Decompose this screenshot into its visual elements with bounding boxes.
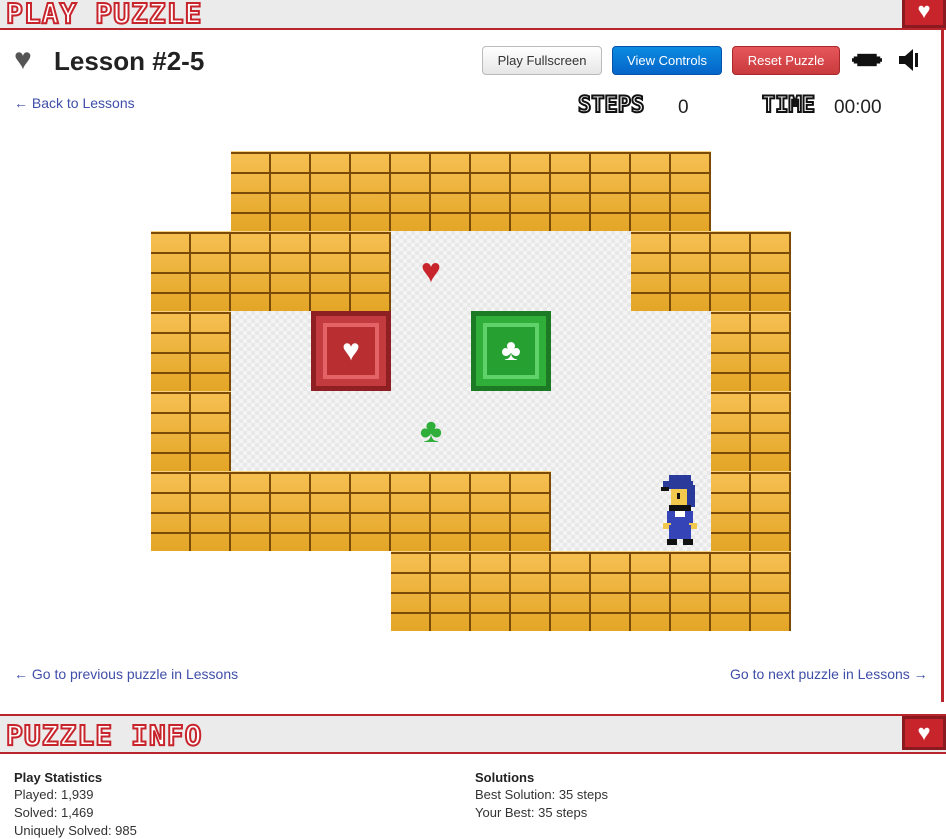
- wall-tile: [391, 151, 471, 231]
- wall-tile: [231, 231, 311, 311]
- floor-tile: [471, 391, 551, 471]
- club-icon: ♣: [483, 323, 539, 379]
- wall-tile: [391, 551, 471, 631]
- uniquely-solved-count: Uniquely Solved: 985: [14, 823, 137, 838]
- favorite-heart-icon[interactable]: ♥: [14, 44, 32, 76]
- floor-tile: [231, 391, 311, 471]
- next-puzzle-link[interactable]: Go to next puzzle in Lessons →: [730, 665, 928, 683]
- wall-tile: [471, 551, 551, 631]
- sound-toggle-icon[interactable]: [894, 46, 924, 74]
- wall-tile: [231, 471, 311, 551]
- solutions-heading: Solutions: [475, 770, 535, 785]
- wall-tile: [711, 231, 791, 311]
- wall-tile: [551, 551, 631, 631]
- wall-tile: [311, 151, 391, 231]
- play-statistics-heading: Play Statistics: [14, 770, 103, 785]
- floor-tile: [551, 231, 631, 311]
- floor-tile: [551, 471, 631, 551]
- wall-tile: [151, 311, 231, 391]
- puzzle-board[interactable]: ♥ ♣ ♥ ♣: [151, 151, 791, 631]
- wall-tile: [711, 391, 791, 471]
- player-character: [631, 471, 711, 551]
- wall-tile: [471, 471, 551, 551]
- floor-tile: [551, 391, 631, 471]
- wall-tile: [391, 471, 471, 551]
- wall-tile: [231, 151, 311, 231]
- puzzle-info-header: PUZZLE INFO ♥: [0, 714, 946, 754]
- played-count: Played: 1,939: [14, 787, 94, 802]
- floor-tile: [391, 311, 471, 391]
- floor-tile: [551, 311, 631, 391]
- club-goal-icon: ♣: [419, 411, 443, 450]
- music-toggle-icon[interactable]: [852, 46, 882, 74]
- time-label: TIME: [761, 93, 816, 119]
- floor-tile: [311, 391, 391, 471]
- club-crate[interactable]: ♣: [471, 311, 551, 391]
- heart-crate[interactable]: ♥: [311, 311, 391, 391]
- wall-tile: [151, 231, 231, 311]
- play-puzzle-header: PLAY PUZZLE ♥: [0, 0, 946, 31]
- wall-tile: [631, 231, 711, 311]
- previous-puzzle-link[interactable]: ← Go to previous puzzle in Lessons: [14, 665, 238, 683]
- floor-tile: [631, 391, 711, 471]
- view-controls-button[interactable]: View Controls: [612, 46, 722, 75]
- wall-tile: [711, 311, 791, 391]
- best-solution: Best Solution: 35 steps: [475, 787, 608, 802]
- heart-icon[interactable]: ♥: [902, 716, 946, 750]
- wall-tile: [711, 471, 791, 551]
- wall-tile: [631, 551, 711, 631]
- solved-count: Solved: 1,469: [14, 805, 94, 820]
- heart-icon: ♥: [323, 323, 379, 379]
- play-fullscreen-button[interactable]: Play Fullscreen: [482, 46, 602, 75]
- wall-tile: [311, 231, 391, 311]
- heart-goal-icon: ♥: [420, 251, 442, 290]
- play-puzzle-title: PLAY PUZZLE: [5, 0, 203, 31]
- wall-tile: [551, 151, 631, 231]
- reset-puzzle-button[interactable]: Reset Puzzle: [732, 46, 840, 75]
- steps-value: 0: [678, 97, 689, 118]
- page-title: Lesson #2-5: [54, 46, 205, 76]
- back-to-lessons-link[interactable]: ← Back to Lessons: [14, 94, 135, 112]
- wall-tile: [311, 471, 391, 551]
- wall-tile: [151, 471, 231, 551]
- floor-tile: [471, 231, 551, 311]
- wall-tile: [471, 151, 551, 231]
- wall-tile: [711, 551, 791, 631]
- your-best: Your Best: 35 steps: [475, 805, 588, 820]
- time-value: 00:00: [834, 97, 882, 118]
- floor-tile: [631, 311, 711, 391]
- heart-icon[interactable]: ♥: [902, 0, 946, 28]
- puzzle-info-title: PUZZLE INFO: [5, 719, 203, 753]
- wall-tile: [151, 391, 231, 471]
- floor-tile: [231, 311, 311, 391]
- steps-label: STEPS: [577, 93, 645, 119]
- wall-tile: [631, 151, 711, 231]
